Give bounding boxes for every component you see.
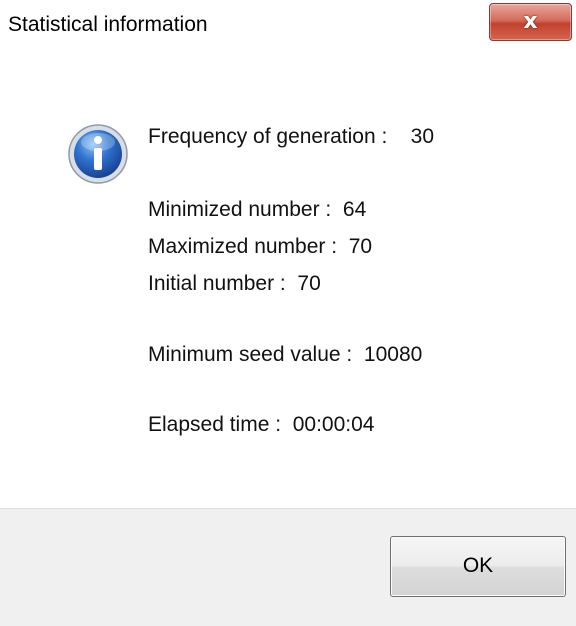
maximized-number-text: Maximized number : 70 — [148, 235, 373, 258]
minimum-seed-text: Minimum seed value : 10080 — [148, 343, 423, 366]
title-bar[interactable]: Statistical information x — [0, 0, 576, 52]
initial-number-text: Initial number : 70 — [148, 272, 321, 295]
close-icon: x — [523, 9, 538, 34]
statistics-dialog: Statistical information x Frequency of g… — [0, 0, 576, 626]
frequency-text: Frequency of generation : 30 — [148, 125, 435, 148]
ok-button-label: OK — [462, 554, 494, 577]
dialog-content: Frequency of generation : 30 Minimized n… — [0, 52, 576, 508]
ok-button[interactable]: OK — [390, 536, 566, 597]
info-icon — [68, 124, 128, 184]
window-title: Statistical information — [8, 13, 208, 36]
minimized-number-text: Minimized number : 64 — [148, 198, 367, 221]
button-bar: OK — [0, 508, 576, 626]
elapsed-time-text: Elapsed time : 00:00:04 — [148, 413, 375, 436]
close-button[interactable]: x — [489, 3, 572, 41]
